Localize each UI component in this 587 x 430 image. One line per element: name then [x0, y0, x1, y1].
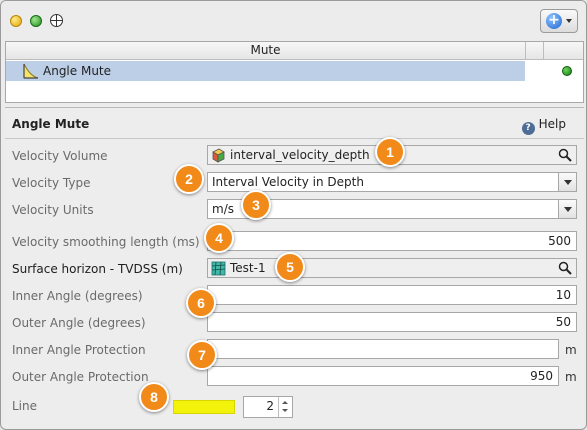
outer-protection-input[interactable]: 950	[207, 366, 559, 386]
search-icon[interactable]	[558, 261, 572, 275]
line-color-swatch[interactable]	[173, 400, 235, 414]
app-window: + Mute Angle Mute Angle Mute ? Help Veloc…	[0, 0, 587, 430]
panel-title: Angle Mute	[12, 117, 90, 131]
velocity-type-label: Velocity Type	[12, 176, 91, 190]
callout-badge: 8	[139, 382, 169, 412]
inner-angle-label: Inner Angle (degrees)	[12, 289, 143, 303]
green-status-icon[interactable]	[30, 15, 42, 27]
search-icon[interactable]	[558, 148, 572, 162]
line-label: Line	[12, 399, 38, 413]
row-label: Angle Mute	[43, 64, 112, 78]
status-ok-icon	[562, 66, 572, 76]
mute-icon	[23, 63, 39, 79]
outer-protection-unit: m	[565, 370, 577, 384]
outer-protection-label: Outer Angle Protection	[12, 370, 149, 384]
velocity-units-value: m/s	[212, 202, 234, 216]
inner-protection-input[interactable]	[207, 339, 559, 359]
table-header: Mute	[6, 42, 583, 60]
smoothing-label: Velocity smoothing length (ms)	[12, 235, 200, 249]
inner-protection-label: Inner Angle Protection	[12, 343, 146, 357]
chevron-down-icon	[566, 19, 572, 23]
grid-icon[interactable]	[50, 14, 63, 27]
inner-protection-unit: m	[565, 343, 577, 357]
callout-badge: 3	[241, 190, 271, 220]
divider	[5, 138, 584, 139]
add-button[interactable]: +	[540, 9, 578, 33]
callout-badge: 2	[174, 164, 204, 194]
stepper-buttons[interactable]	[278, 397, 292, 417]
outer-angle-input[interactable]: 50	[207, 312, 577, 332]
add-icon: +	[546, 13, 562, 29]
line-width-stepper[interactable]: 2	[243, 396, 293, 418]
inner-angle-input[interactable]: 10	[207, 285, 577, 305]
inner-angle-value: 10	[555, 288, 571, 302]
mute-table: Mute Angle Mute	[5, 41, 584, 103]
chevron-up-icon[interactable]	[282, 401, 288, 404]
smoothing-value: 500	[548, 234, 571, 248]
chevron-down-icon[interactable]	[558, 173, 576, 191]
horizon-grid-icon	[211, 261, 226, 276]
velocity-volume-value: interval_velocity_depth	[230, 148, 370, 162]
help-label: Help	[538, 117, 566, 131]
column-header-mute[interactable]: Mute	[6, 42, 526, 59]
smoothing-input[interactable]: 500	[207, 231, 577, 251]
table-row[interactable]: Angle Mute	[6, 61, 525, 81]
velocity-volume-label: Velocity Volume	[12, 149, 108, 163]
velocity-type-value: Interval Velocity in Depth	[212, 175, 364, 189]
surface-horizon-label: Surface horizon - TVDSS (m)	[12, 262, 183, 276]
callout-badge: 7	[187, 340, 217, 370]
outer-angle-label: Outer Angle (degrees)	[12, 316, 146, 330]
callout-badge: 6	[186, 288, 216, 318]
toolbar: +	[1, 1, 586, 41]
outer-angle-value: 50	[555, 315, 571, 329]
help-icon: ?	[521, 122, 535, 135]
velocity-units-label: Velocity Units	[12, 203, 94, 217]
chevron-down-icon[interactable]	[558, 200, 576, 218]
callout-badge: 5	[275, 252, 305, 282]
column-header-status[interactable]	[526, 42, 544, 59]
surface-horizon-field[interactable]: Test-1	[207, 258, 577, 278]
yellow-status-icon[interactable]	[10, 15, 22, 27]
chevron-down-icon[interactable]	[282, 409, 288, 412]
help-button[interactable]: ? Help	[521, 117, 566, 135]
surface-horizon-value: Test-1	[230, 261, 266, 275]
velocity-type-select[interactable]: Interval Velocity in Depth	[207, 172, 577, 192]
callout-badge: 1	[375, 137, 405, 167]
callout-badge: 4	[204, 223, 234, 253]
line-width-value: 2	[266, 399, 274, 413]
volume-cube-icon	[212, 148, 225, 163]
outer-protection-value: 950	[530, 369, 553, 383]
